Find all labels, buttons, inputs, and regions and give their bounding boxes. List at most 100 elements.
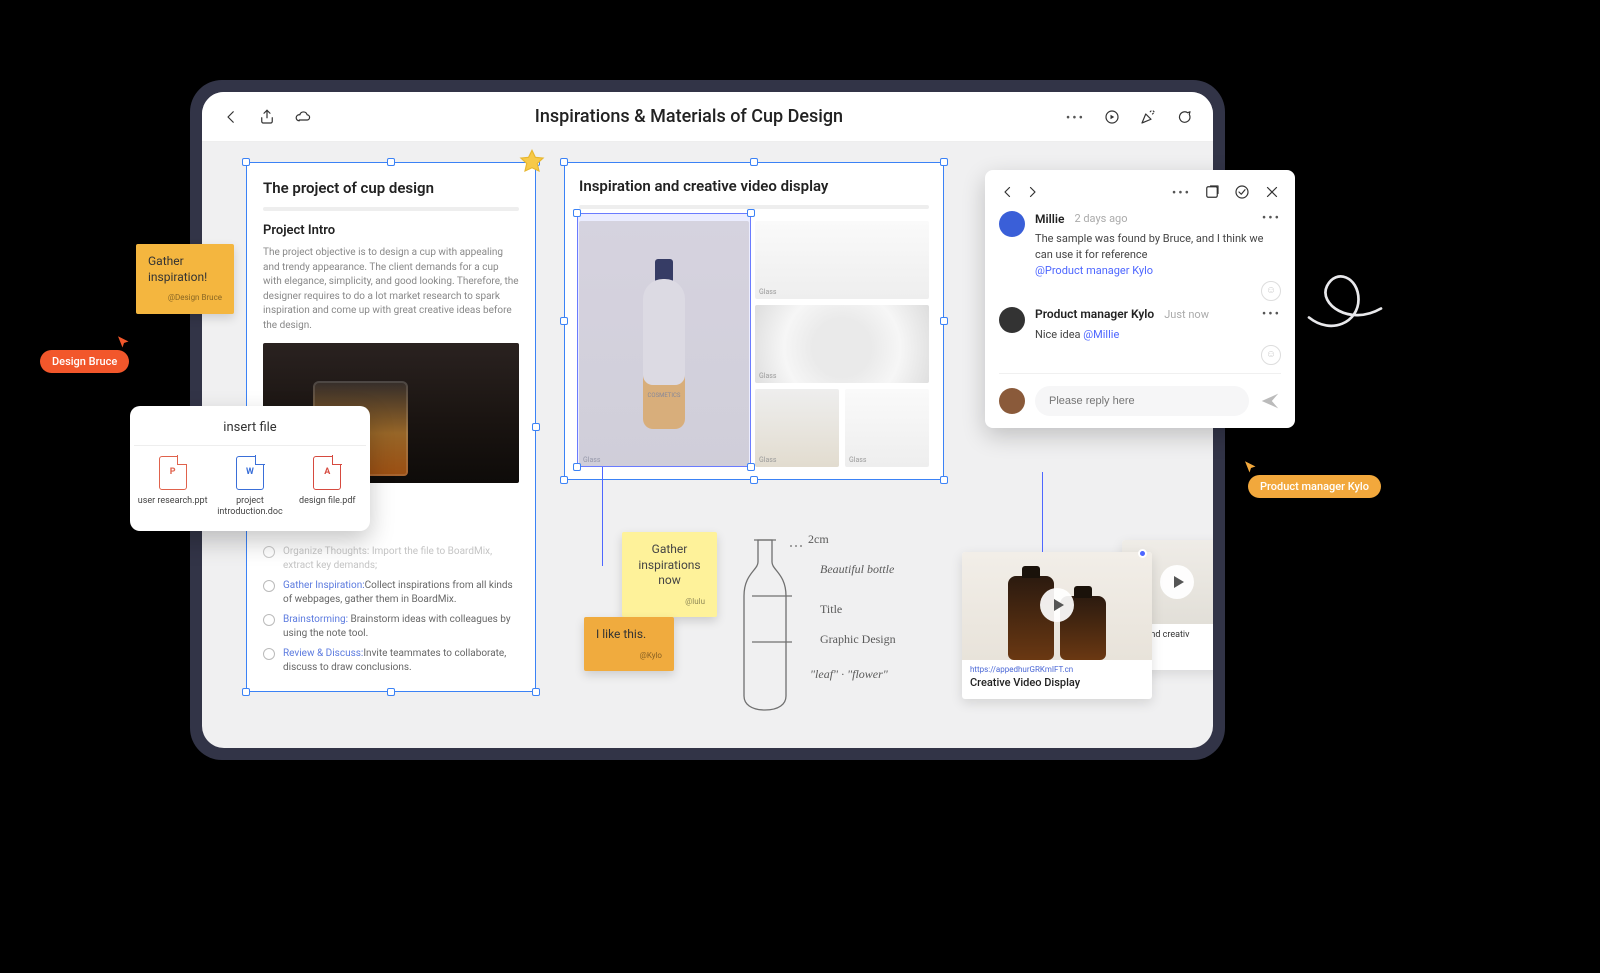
task-text: Review & Discuss:Invite teammates to col… bbox=[283, 647, 519, 674]
star-icon[interactable] bbox=[518, 148, 546, 176]
popout-icon[interactable] bbox=[1203, 183, 1221, 201]
file-option-pdf[interactable]: A design file.pdf bbox=[292, 456, 362, 519]
connector-line bbox=[1042, 472, 1043, 552]
sticky-note-yellow[interactable]: Gather inspirations now @lulu bbox=[622, 532, 717, 617]
panel-more-icon[interactable] bbox=[1172, 182, 1191, 201]
emoji-react-icon[interactable]: ☺ bbox=[1261, 345, 1281, 365]
celebrate-icon[interactable] bbox=[1139, 108, 1157, 126]
cursor-user-name: Design Bruce bbox=[40, 350, 129, 373]
sketch-label: "leaf" · "flower" bbox=[810, 667, 888, 682]
checkbox-icon[interactable] bbox=[263, 648, 275, 660]
document-title: Inspirations & Materials of Cup Design bbox=[328, 106, 1050, 127]
comment-author: Product manager Kylo bbox=[1035, 307, 1154, 321]
comment-body: Nice idea @Millie bbox=[1035, 327, 1281, 343]
task-text: Organize Thoughts: Import the file to Bo… bbox=[283, 545, 519, 572]
image-water-splash[interactable]: Glass bbox=[755, 305, 929, 383]
card-inspiration-title: Inspiration and creative video display bbox=[579, 177, 929, 195]
cloud-icon[interactable] bbox=[294, 108, 312, 126]
sticky-note-orange-external[interactable]: Gather inspiration! @Design Bruce bbox=[136, 244, 234, 314]
decorative-squiggle bbox=[1300, 250, 1390, 340]
comment-body: The sample was found by Bruce, and I thi… bbox=[1035, 231, 1281, 279]
note-author: @lulu bbox=[634, 597, 705, 607]
card-project-subtitle: Project Intro bbox=[263, 223, 519, 238]
pdf-icon: A bbox=[313, 456, 341, 490]
image-glasses[interactable]: Glass bbox=[755, 221, 929, 299]
file-label: user research.ppt bbox=[138, 496, 208, 507]
comment: Millie 2 days ago The sample was found b… bbox=[999, 211, 1281, 301]
sketch-label: Graphic Design bbox=[820, 632, 896, 647]
video-title: Creative Video Display bbox=[962, 674, 1152, 699]
video-thumbnail bbox=[962, 552, 1152, 660]
file-label: design file.pdf bbox=[292, 496, 362, 507]
checkbox-icon[interactable] bbox=[263, 614, 275, 626]
avatar[interactable] bbox=[999, 211, 1025, 237]
task-text: Brainstorming: Brainstorm ideas with col… bbox=[283, 613, 519, 640]
card-project-intro: The project objective is to design a cup… bbox=[263, 246, 519, 333]
checkbox-icon[interactable] bbox=[263, 546, 275, 558]
task-item[interactable]: Brainstorming: Brainstorm ideas with col… bbox=[263, 613, 519, 640]
task-item[interactable]: Review & Discuss:Invite teammates to col… bbox=[263, 647, 519, 674]
cursor-label-bruce: Design Bruce bbox=[40, 350, 129, 373]
emoji-react-icon[interactable]: ☺ bbox=[1261, 281, 1281, 301]
close-icon[interactable] bbox=[1263, 183, 1281, 201]
cursor-user-name: Product manager Kylo bbox=[1248, 475, 1381, 498]
play-icon[interactable] bbox=[1160, 565, 1194, 599]
reply-row bbox=[999, 373, 1281, 416]
selection-card-inspiration[interactable]: Inspiration and creative video display C… bbox=[564, 162, 944, 480]
avatar-self[interactable] bbox=[999, 388, 1025, 414]
file-label: project introduction.doc bbox=[215, 496, 285, 519]
sticky-note-orange[interactable]: I like this. @Kylo bbox=[584, 617, 674, 671]
prev-comment-icon[interactable] bbox=[999, 183, 1017, 201]
insert-file-title: insert file bbox=[134, 418, 366, 446]
note-text: Gather inspirations now bbox=[638, 542, 700, 587]
note-text: I like this. bbox=[596, 627, 646, 641]
note-author: @Kylo bbox=[596, 651, 662, 661]
avatar[interactable] bbox=[999, 307, 1025, 333]
connector-line bbox=[602, 466, 603, 566]
reply-input[interactable] bbox=[1035, 386, 1249, 416]
connection-dot bbox=[1138, 549, 1147, 558]
note-text: Gather inspiration! bbox=[148, 254, 207, 284]
checkbox-icon[interactable] bbox=[263, 580, 275, 592]
file-option-doc[interactable]: W project introduction.doc bbox=[215, 456, 285, 519]
ppt-icon: P bbox=[159, 456, 187, 490]
comments-panel[interactable]: Millie 2 days ago The sample was found b… bbox=[985, 170, 1295, 428]
inner-selection[interactable] bbox=[577, 213, 751, 467]
comment-more-icon[interactable] bbox=[1262, 211, 1281, 226]
back-icon[interactable] bbox=[222, 108, 240, 126]
comment-author: Millie bbox=[1035, 212, 1064, 226]
note-author: @Design Bruce bbox=[148, 293, 222, 303]
sketch-label: 2cm bbox=[808, 532, 829, 547]
file-option-ppt[interactable]: P user research.ppt bbox=[138, 456, 208, 519]
cursor-label-kylo: Product manager Kylo bbox=[1248, 475, 1381, 498]
doc-icon: W bbox=[236, 456, 264, 490]
image-cup[interactable]: Glass bbox=[845, 389, 929, 467]
send-icon[interactable] bbox=[1259, 390, 1281, 412]
task-list: Organize Thoughts: Import the file to Bo… bbox=[263, 545, 519, 674]
present-icon[interactable] bbox=[1103, 108, 1121, 126]
sketch-label: Beautiful bottle bbox=[820, 562, 894, 577]
sketch-label: Title bbox=[820, 602, 842, 617]
video-card[interactable]: https://appedhurGRKmIFT.cn Creative Vide… bbox=[962, 552, 1152, 699]
task-item[interactable]: Gather Inspiration:Collect inspirations … bbox=[263, 579, 519, 606]
insert-file-popover[interactable]: insert file P user research.ppt W projec… bbox=[130, 406, 370, 531]
mention[interactable]: @Product manager Kylo bbox=[1035, 264, 1153, 277]
comment-more-icon[interactable] bbox=[1262, 307, 1281, 322]
more-icon[interactable] bbox=[1066, 107, 1085, 126]
next-comment-icon[interactable] bbox=[1023, 183, 1041, 201]
mention[interactable]: @Millie bbox=[1083, 328, 1119, 341]
comment-time: Just now bbox=[1164, 308, 1209, 321]
resolve-icon[interactable] bbox=[1233, 183, 1251, 201]
card-project-title: The project of cup design bbox=[263, 179, 519, 197]
sketch-bottle: 2cm Beautiful bottle Title Graphic Desig… bbox=[710, 522, 960, 722]
comments-icon[interactable] bbox=[1175, 108, 1193, 126]
video-url[interactable]: https://appedhurGRKmIFT.cn bbox=[962, 660, 1152, 674]
task-item[interactable]: Organize Thoughts: Import the file to Bo… bbox=[263, 545, 519, 572]
comment: Product manager Kylo Just now Nice idea … bbox=[999, 307, 1281, 365]
image-table-setting[interactable]: Glass bbox=[755, 389, 839, 467]
play-icon[interactable] bbox=[1040, 588, 1074, 622]
export-icon[interactable] bbox=[258, 108, 276, 126]
divider bbox=[263, 207, 519, 211]
comment-time: 2 days ago bbox=[1074, 212, 1127, 225]
task-text: Gather Inspiration:Collect inspirations … bbox=[283, 579, 519, 606]
